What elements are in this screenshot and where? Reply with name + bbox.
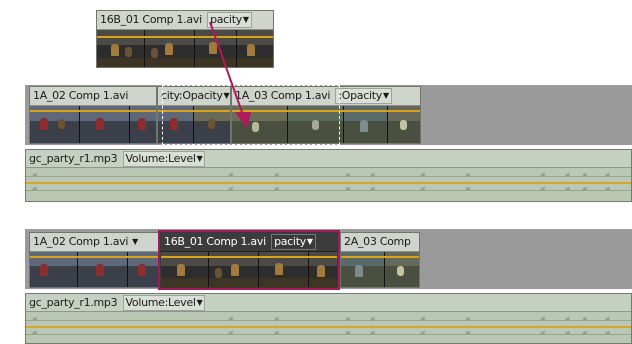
audio-clip-name: gc_party_r1.mp3 — [29, 296, 118, 309]
audio-clip-title: gc_party_r1.mp3 Volume:Level▼ — [26, 150, 631, 168]
chevron-down-icon: ▼ — [382, 91, 389, 100]
opacity-keyline — [341, 256, 419, 258]
opacity-keyline — [30, 110, 156, 112]
audio-clip-title: gc_party_r1.mp3 Volume:Level▼ — [26, 294, 631, 312]
audio-effect-label: Volume:Level — [125, 152, 196, 165]
clip-name: 2A_03 Comp — [344, 235, 411, 248]
clip-title: 1A_02 Comp 1.avi ▼ — [30, 233, 159, 252]
chevron-down-icon[interactable]: ▼ — [132, 233, 138, 251]
clip-thumbnails — [341, 252, 419, 287]
video-clip-1a02-before[interactable]: 1A_02 Comp 1.avi — [29, 86, 157, 144]
selected-clip-highlight — [158, 230, 340, 290]
clip-title: 2A_03 Comp — [341, 233, 419, 252]
clip-effect-dropdown[interactable]: :Opacity▼ — [335, 88, 392, 104]
video-clip-1a02-after[interactable]: 1A_02 Comp 1.avi ▼ — [29, 232, 160, 288]
volume-keyline — [26, 326, 631, 328]
volume-keyline — [26, 182, 631, 184]
audio-clip-name: gc_party_r1.mp3 — [29, 152, 118, 165]
clip-name: 1A_02 Comp 1.avi — [33, 235, 129, 248]
chevron-down-icon: ▼ — [196, 154, 203, 163]
drag-arrow-icon — [209, 21, 251, 128]
opacity-keyline — [30, 256, 159, 258]
audio-effect-dropdown[interactable]: Volume:Level▼ — [122, 151, 206, 167]
clip-thumbnails — [30, 252, 159, 287]
clip-title: 1A_02 Comp 1.avi — [30, 87, 156, 106]
video-clip-2a03-after[interactable]: 2A_03 Comp — [340, 232, 420, 288]
audio-effect-label: Volume:Level — [125, 296, 196, 309]
clip-effect-label: :Opacity — [338, 89, 382, 102]
chevron-down-icon: ▼ — [196, 298, 203, 307]
clip-thumbnails — [30, 106, 156, 143]
audio-effect-dropdown[interactable]: Volume:Level▼ — [122, 295, 206, 311]
clip-name: 1A_02 Comp 1.avi — [33, 89, 129, 102]
